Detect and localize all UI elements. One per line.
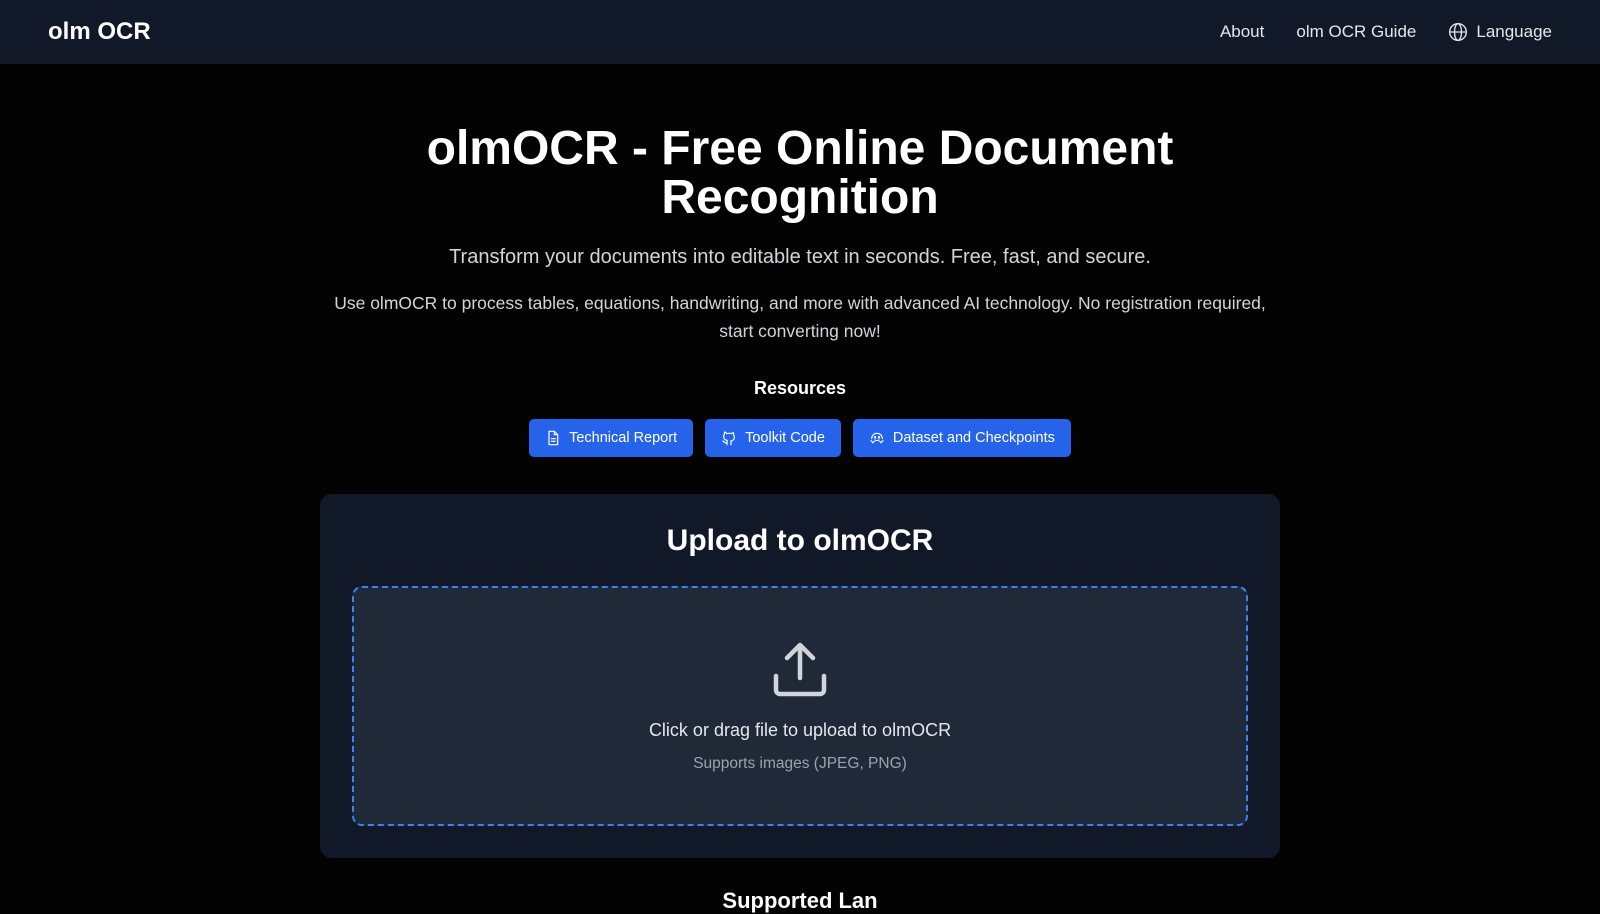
brand-logo-text[interactable]: olm OCR xyxy=(48,18,151,46)
dataset-checkpoints-button[interactable]: Dataset and Checkpoints xyxy=(852,419,1071,457)
upload-card: Upload to olmOCR Click or drag file to u… xyxy=(320,494,1280,858)
language-label: Language xyxy=(1476,22,1552,41)
language-selector[interactable]: Language xyxy=(1448,22,1552,42)
globe-icon xyxy=(1449,23,1468,41)
nav-guide-link[interactable]: olm OCR Guide xyxy=(1296,22,1416,42)
dataset-checkpoints-label: Dataset and Checkpoints xyxy=(892,430,1055,446)
page-title: olmOCR - Free Online Document Recognitio… xyxy=(426,122,1174,224)
document-icon xyxy=(548,430,559,446)
supported-formats-note: Supports images (JPEG, PNG) xyxy=(693,755,907,772)
technical-report-button[interactable]: Technical Report xyxy=(529,419,694,457)
upload-heading: Upload to olmOCR xyxy=(666,524,934,557)
supported-languages-heading: Supported Lan xyxy=(722,888,878,913)
top-navbar: olm OCR About olm OCR Guide Language xyxy=(0,0,1600,64)
file-dropzone[interactable]: Click or drag file to upload to olmOCR S… xyxy=(352,586,1248,826)
main-nav: About olm OCR Guide Language xyxy=(1220,22,1552,42)
huggingface-icon xyxy=(870,432,884,444)
dropzone-instruction: Click or drag file to upload to olmOCR xyxy=(648,720,952,740)
toolkit-code-button[interactable]: Toolkit Code xyxy=(705,419,841,457)
nav-about-link[interactable]: About xyxy=(1220,22,1264,42)
hero-section: olmOCR - Free Online Document Recognitio… xyxy=(0,124,1600,457)
hero-description: Use olmOCR to process tables, equations,… xyxy=(334,293,1266,341)
toolkit-code-label: Toolkit Code xyxy=(745,430,825,446)
hero-subtitle: Transform your documents into editable t… xyxy=(449,246,1151,268)
resources-buttons: Technical Report Toolkit Code Dataset an… xyxy=(0,419,1600,457)
upload-icon xyxy=(773,642,827,697)
technical-report-label: Technical Report xyxy=(569,430,678,446)
github-icon xyxy=(722,431,736,446)
resources-heading: Resources xyxy=(753,378,847,398)
